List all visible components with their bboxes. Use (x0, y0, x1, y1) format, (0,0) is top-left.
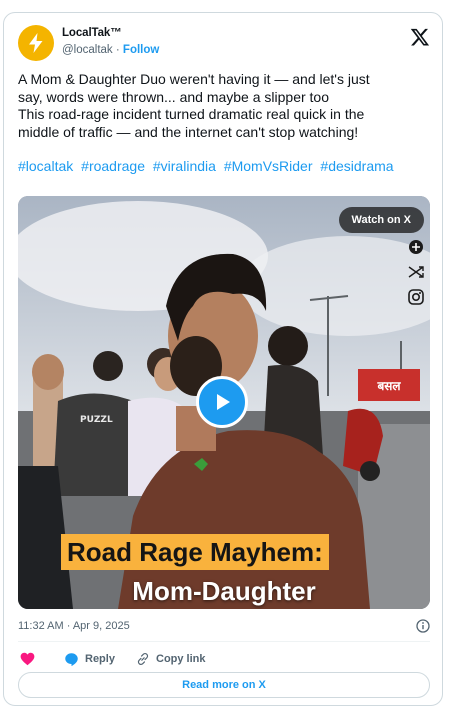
hashtag-link[interactable]: #roadrage (81, 158, 145, 174)
info-icon[interactable] (416, 619, 430, 633)
tweet-header: LocalTak™ @localtak · Follow (18, 25, 430, 65)
tweet-text: A Mom & Daughter Duo weren't having it —… (18, 71, 436, 176)
timestamp[interactable]: 11:32 AM · Apr 9, 2025 (18, 620, 130, 632)
tweet-line: A Mom & Daughter Duo weren't having it —… (18, 71, 370, 87)
video-caption-line1: Road Rage Mayhem: (61, 534, 329, 570)
video-caption-line2: Mom-Daughter (132, 576, 316, 606)
copy-link-button[interactable]: Copy link (136, 649, 206, 669)
x-logo-icon[interactable] (410, 27, 430, 47)
tweet-line: middle of traffic — and the internet can… (18, 123, 359, 140)
divider (18, 641, 430, 642)
copy-link-label: Copy link (156, 653, 206, 665)
instagram-icon[interactable] (408, 289, 424, 305)
hashtag-link[interactable]: #desidrama (320, 158, 393, 174)
author-display-name[interactable]: LocalTak™ (62, 27, 159, 39)
video-side-icons (408, 239, 424, 314)
handle-row: @localtak · Follow (62, 44, 159, 56)
tweet-meta: 11:32 AM · Apr 9, 2025 (18, 617, 430, 635)
hashtag-link[interactable]: #viralindia (153, 158, 216, 174)
shop-sign-text: बसल (376, 379, 401, 393)
author-handle[interactable]: @localtak (62, 44, 113, 56)
reply-label: Reply (85, 653, 115, 665)
lightning-bolt-icon (29, 33, 43, 53)
play-button[interactable] (196, 376, 248, 428)
play-icon (217, 394, 230, 410)
shirt-text: PUZZL (80, 415, 113, 425)
watch-on-x-button[interactable]: Watch on X (338, 207, 424, 233)
link-icon (137, 653, 149, 665)
hashtag-link[interactable]: #MomVsRider (224, 158, 313, 174)
avatar[interactable] (18, 25, 54, 61)
video-player[interactable]: बसल PUZZL Watch on X Road Rage Mayhem: M… (18, 196, 430, 609)
follow-button[interactable]: Follow (123, 44, 159, 56)
reply-button[interactable]: Reply (64, 649, 115, 669)
shuffle-icon[interactable] (408, 264, 424, 280)
tweet-actions: Reply Copy link (18, 649, 430, 669)
heart-icon (20, 652, 35, 666)
tweet-line: This road-rage incident turned dramatic … (18, 106, 365, 122)
separator-dot: · (115, 44, 120, 56)
read-more-button[interactable]: Read more on X (18, 672, 430, 698)
hashtag-link[interactable]: #localtak (18, 158, 73, 174)
crosshair-icon[interactable] (408, 239, 424, 255)
tweet-card: LocalTak™ @localtak · Follow A Mom & Dau… (3, 12, 443, 706)
reply-bubble-icon (65, 652, 78, 666)
hashtags: #localtak #roadrage #viralindia #MomVsRi… (18, 158, 436, 176)
tweet-line: say, words were thrown... and maybe a sl… (18, 88, 330, 105)
like-button[interactable] (20, 649, 35, 669)
author-names: LocalTak™ @localtak · Follow (62, 27, 159, 56)
